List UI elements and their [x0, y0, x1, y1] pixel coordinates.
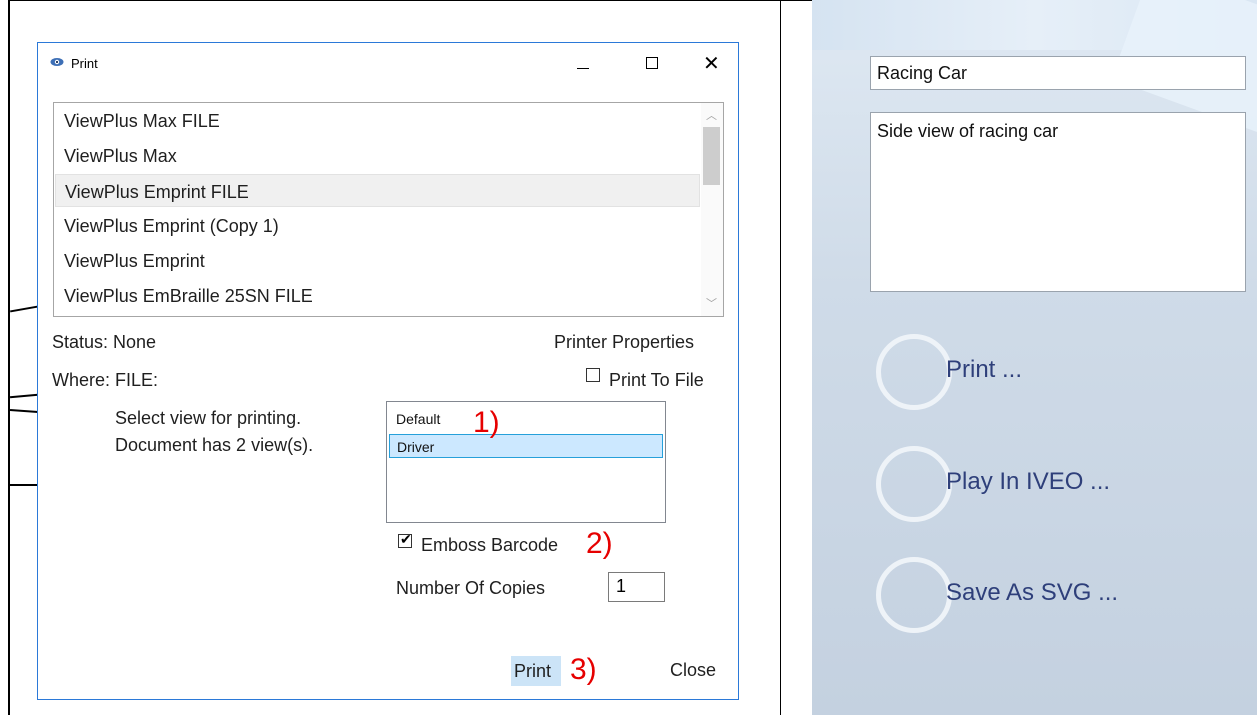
- close-window-button[interactable]: ✕: [688, 43, 734, 83]
- dialog-title: Print: [71, 56, 98, 71]
- close-button[interactable]: Close: [670, 660, 716, 681]
- where-text: Where: FILE:: [52, 370, 159, 390]
- title-field[interactable]: Racing Car: [870, 56, 1246, 90]
- close-icon: ✕: [703, 53, 720, 75]
- scroll-up-icon[interactable]: ︿: [706, 107, 717, 123]
- number-of-copies-label: Number Of Copies: [396, 578, 546, 598]
- view-list[interactable]: Default Driver: [386, 401, 666, 523]
- save-as-svg-button[interactable]: Save As SVG ...: [876, 557, 1236, 647]
- pane-divider: [780, 0, 781, 715]
- printer-list-item-selected[interactable]: ViewPlus Emprint FILE: [55, 174, 700, 207]
- description-field[interactable]: Side view of racing car: [870, 112, 1246, 292]
- eye-icon: [50, 58, 64, 66]
- print-button[interactable]: Print: [511, 656, 561, 686]
- view-count-text: Document has 2 view(s).: [115, 435, 314, 455]
- checkmark-icon: ✔: [400, 531, 412, 547]
- circle-icon: [876, 334, 952, 410]
- annotation-1: 1): [473, 406, 500, 439]
- play-action-label: Play In IVEO ...: [946, 468, 1111, 495]
- scroll-thumb[interactable]: [703, 127, 720, 185]
- emboss-barcode-label[interactable]: Emboss Barcode: [421, 535, 558, 556]
- print-to-file-label[interactable]: Print To File: [609, 370, 704, 391]
- printer-properties-link[interactable]: Printer Properties: [554, 332, 694, 353]
- annotation-3: 3): [570, 653, 597, 686]
- emboss-barcode-checkbox[interactable]: ✔: [398, 531, 412, 548]
- view-list-item[interactable]: Default: [389, 407, 663, 431]
- drawing-line: [10, 305, 38, 313]
- annotation-2: 2): [586, 527, 613, 560]
- printer-list-scrollbar[interactable]: ︿ ﹀: [701, 103, 723, 316]
- printer-list-item[interactable]: ViewPlus EmBraille 25SN FILE: [55, 279, 700, 312]
- scroll-down-icon[interactable]: ﹀: [706, 295, 717, 311]
- frame-left-border: [8, 0, 10, 715]
- printer-list-item[interactable]: ViewPlus Max FILE: [55, 104, 700, 137]
- save-action-label: Save As SVG ...: [946, 579, 1119, 606]
- drawing-line: [10, 484, 38, 486]
- print-action-button[interactable]: Print ...: [876, 334, 1236, 424]
- play-in-iveo-button[interactable]: Play In IVEO ...: [876, 446, 1236, 536]
- maximize-button[interactable]: [628, 43, 674, 83]
- printer-list-item[interactable]: ViewPlus Max: [55, 139, 700, 172]
- print-to-file-checkbox[interactable]: [586, 368, 600, 382]
- document-info-panel: Racing Car Side view of racing car Print…: [812, 0, 1257, 715]
- circle-icon: [876, 557, 952, 633]
- print-dialog: Print ✕ ViewPlus Max FILE ViewPlus Max V…: [37, 42, 739, 700]
- view-list-item-selected[interactable]: Driver: [389, 434, 663, 458]
- printer-list[interactable]: ViewPlus Max FILE ViewPlus Max ViewPlus …: [53, 102, 724, 317]
- copies-input[interactable]: 1: [608, 572, 665, 602]
- drawing-line: [9, 409, 39, 413]
- circle-icon: [876, 446, 952, 522]
- title-bar[interactable]: Print ✕: [38, 43, 738, 83]
- minimize-button[interactable]: [560, 43, 606, 83]
- drawing-line: [9, 393, 39, 399]
- print-action-label: Print ...: [946, 356, 1023, 383]
- status-text: Status: None: [52, 332, 157, 352]
- printer-list-item[interactable]: ViewPlus Emprint (Copy 1): [55, 209, 700, 242]
- printer-list-item[interactable]: ViewPlus Emprint: [55, 244, 700, 277]
- select-view-instruction: Select view for printing.: [115, 408, 302, 428]
